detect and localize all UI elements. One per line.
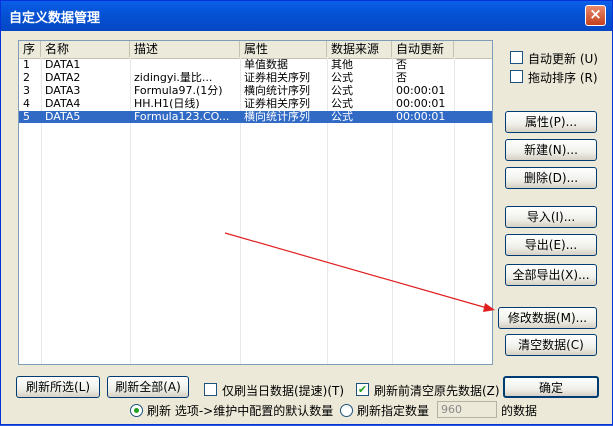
- radio-default-count-label: 刷新 选项->维护中配置的默认数量: [147, 404, 334, 418]
- cell-index: 2: [23, 72, 30, 84]
- cell-attribute: 单值数据: [244, 59, 288, 71]
- cell-source: 公式: [331, 98, 353, 110]
- cell-index: 1: [23, 59, 30, 71]
- table-row[interactable]: 1 DATA1 单值数据 其他 否: [19, 59, 492, 71]
- col-header-attribute[interactable]: 属性: [240, 41, 327, 57]
- cell-description: HH.H1(日线): [134, 98, 200, 110]
- cell-description: [130, 59, 240, 71]
- today-only-label: 仅刷当日数据(提速)(T): [222, 384, 345, 398]
- cell-source: 其他: [331, 59, 353, 71]
- cell-name: DATA5: [45, 111, 81, 123]
- col-header-auto-update[interactable]: 自动更新: [392, 41, 454, 57]
- cell-index: 4: [23, 98, 30, 110]
- properties-button[interactable]: 属性(P)...: [505, 111, 597, 133]
- table-row-selected[interactable]: 5 DATA5 Formula123.CO... 横向统计序列 公式 00:00…: [19, 111, 492, 123]
- cell-auto-update: 00:00:01: [396, 85, 446, 97]
- clear-before-checkbox[interactable]: ✔: [356, 383, 369, 396]
- cell-name: DATA4: [45, 98, 81, 110]
- close-button[interactable]: ×: [585, 5, 606, 26]
- refresh-selected-button[interactable]: 刷新所选(L): [16, 376, 100, 398]
- modify-data-button[interactable]: 修改数据(M)...: [498, 307, 597, 329]
- delete-button[interactable]: 删除(D)...: [505, 167, 597, 189]
- clear-before-label: 刷新前清空原先数据(Z): [374, 384, 500, 398]
- export-button[interactable]: 导出(E)...: [505, 234, 597, 256]
- cell-attribute: 横向统计序列: [244, 111, 310, 123]
- clear-data-button[interactable]: 清空数据(C): [505, 334, 597, 356]
- cell-name: DATA2: [45, 72, 81, 84]
- ok-button[interactable]: 确定: [503, 376, 599, 398]
- window-title: 自定义数据管理: [9, 11, 101, 26]
- import-button[interactable]: 导入(I)...: [505, 206, 597, 228]
- table-row[interactable]: 4 DATA4 HH.H1(日线) 证券相关序列 公式 00:00:01: [19, 98, 492, 110]
- cell-name: DATA1: [45, 59, 81, 71]
- radio-specified-count[interactable]: [340, 404, 353, 417]
- list-header: 序 名称 描述 属性 数据来源 自动更新: [19, 41, 492, 59]
- auto-update-label: 自动更新 (U): [528, 52, 598, 66]
- auto-update-checkbox[interactable]: [510, 51, 523, 64]
- table-row[interactable]: 2 DATA2 zidingyi.量比... 证券相关序列 公式 否: [19, 72, 492, 84]
- col-header-source[interactable]: 数据来源: [327, 41, 392, 57]
- cell-attribute: 横向统计序列: [244, 85, 310, 97]
- cell-source: 公式: [331, 111, 353, 123]
- new-button[interactable]: 新建(N)...: [505, 139, 597, 161]
- col-header-description[interactable]: 描述: [130, 41, 240, 57]
- refresh-all-button[interactable]: 刷新全部(A): [107, 376, 189, 398]
- cell-attribute: 证券相关序列: [244, 72, 310, 84]
- cell-auto-update: 00:00:01: [396, 98, 446, 110]
- data-list[interactable]: 序 名称 描述 属性 数据来源 自动更新 1 DATA1 单值数据 其他 否 2…: [18, 40, 493, 365]
- radio-default-count[interactable]: [130, 404, 143, 417]
- count-suffix-label: 的数据: [501, 404, 538, 418]
- cell-attribute: 证券相关序列: [244, 98, 310, 110]
- cell-source: 公式: [331, 85, 353, 97]
- table-row[interactable]: 3 DATA3 Formula97.(1分) 横向统计序列 公式 00:00:0…: [19, 85, 492, 97]
- col-header-name[interactable]: 名称: [41, 41, 130, 57]
- cell-auto-update: 否: [396, 72, 407, 84]
- col-header-index[interactable]: 序: [19, 41, 41, 57]
- close-icon: ×: [589, 5, 602, 23]
- export-all-button[interactable]: 全部导出(X)...: [505, 264, 597, 286]
- cell-auto-update: 否: [396, 59, 407, 71]
- dialog-window: 自定义数据管理 × 序 名称 描述 属性 数据来源 自动更新 1 DATA1 单…: [0, 0, 613, 425]
- title-bar[interactable]: 自定义数据管理 ×: [1, 1, 612, 31]
- drag-sort-checkbox[interactable]: [510, 70, 523, 83]
- cell-auto-update: 00:00:01: [396, 111, 446, 123]
- cell-description: Formula97.(1分): [134, 85, 223, 97]
- today-only-checkbox[interactable]: [204, 383, 217, 396]
- cell-index: 5: [23, 111, 30, 123]
- cell-source: 公式: [331, 72, 353, 84]
- count-input[interactable]: 960: [437, 401, 497, 418]
- cell-name: DATA3: [45, 85, 81, 97]
- drag-sort-label: 拖动排序 (R): [528, 71, 598, 85]
- radio-specified-count-label: 刷新指定数量: [357, 404, 430, 418]
- cell-description: Formula123.CO...: [134, 111, 230, 123]
- cell-description: zidingyi.量比...: [134, 72, 213, 84]
- cell-index: 3: [23, 85, 30, 97]
